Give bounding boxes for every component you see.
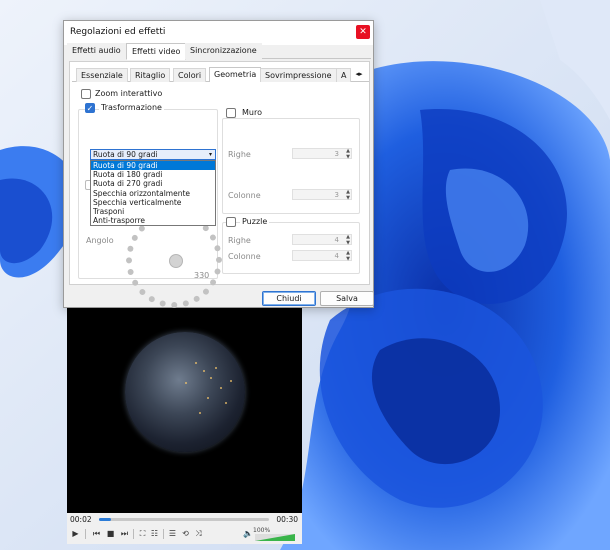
next-icon[interactable]: ⏭ (119, 528, 130, 539)
volume-percent: 100% (253, 527, 271, 534)
wall-rows-label: Righe (228, 150, 251, 159)
option-specchia-orizzontalmente[interactable]: Specchia orizzontalmente (91, 189, 215, 198)
wall-rows-value: 3 (334, 150, 339, 158)
zoom-label: Zoom interattivo (95, 89, 163, 98)
zoom-checkbox[interactable] (81, 89, 91, 99)
wall-cols-label: Colonne (228, 191, 261, 200)
speaker-icon[interactable]: 🔈 (243, 529, 253, 538)
subtab-colori[interactable]: Colori (173, 68, 207, 82)
transform-dropdown: Ruota di 90 gradi Ruota di 180 gradi Ruo… (90, 160, 216, 226)
volume-level (255, 534, 295, 541)
puzzle-checkbox[interactable] (226, 217, 236, 227)
transform-select-value: Ruota di 90 gradi (93, 150, 158, 159)
option-trasponi[interactable]: Trasponi (91, 207, 215, 216)
separator (163, 529, 164, 539)
effects-dialog: Regolazioni ed effetti ✕ Effetti audio E… (63, 20, 374, 308)
option-ruota-270[interactable]: Ruota di 270 gradi (91, 179, 215, 188)
video-player-window: 00:02 00:30 ▶ ⏮ ■ ⏭ ⛶ ☷ ☰ ⟲ ⤨ 🔈 100% (67, 306, 302, 544)
seek-bar[interactable] (99, 518, 269, 521)
wall-checkbox[interactable] (226, 108, 236, 118)
dialog-title: Regolazioni ed effetti (70, 27, 166, 37)
wall-rows-field[interactable]: 3 ▲ ▼ (292, 148, 352, 160)
sub-tabs: Essenziale Ritaglio Colori Geometria Sov… (72, 67, 369, 82)
option-specchia-verticalmente[interactable]: Specchia verticalmente (91, 198, 215, 207)
play-icon[interactable]: ▶ (70, 528, 81, 539)
transform-checkbox[interactable]: ✓ (85, 103, 95, 113)
tab-sincronizzazione[interactable]: Sincronizzazione (185, 43, 262, 59)
transform-select[interactable]: Ruota di 90 gradi ▾ (90, 149, 216, 160)
chevron-down-icon: ▾ (208, 151, 212, 158)
option-anti-trasporre[interactable]: Anti-trasporre (91, 216, 215, 225)
time-total: 00:30 (276, 515, 298, 524)
stop-icon[interactable]: ■ (105, 528, 116, 539)
subtab-geometria[interactable]: Geometria (209, 67, 262, 82)
video-area[interactable] (67, 306, 302, 513)
seek-row: 00:02 00:30 (67, 513, 302, 525)
subtab-essenziale[interactable]: Essenziale (76, 68, 128, 82)
separator (133, 529, 134, 539)
previous-icon[interactable]: ⏮ (91, 528, 102, 539)
tab-effetti-video[interactable]: Effetti video (126, 43, 187, 60)
transform-label: Trasformazione (99, 103, 164, 112)
close-icon[interactable]: ✕ (356, 25, 370, 39)
angle-label: Angolo (86, 236, 114, 245)
spinner-arrows-icon[interactable]: ▲ ▼ (346, 189, 350, 201)
puzzle-rows-value: 4 (334, 236, 339, 244)
option-ruota-90[interactable]: Ruota di 90 gradi (91, 161, 215, 171)
save-button[interactable]: Salva (320, 291, 374, 306)
spinner-arrows-icon[interactable]: ▲ ▼ (346, 234, 350, 246)
main-tabs: Effetti audio Effetti video Sincronizzaz… (67, 43, 371, 60)
tab-effetti-audio[interactable]: Effetti audio (67, 43, 126, 59)
puzzle-cols-value: 4 (334, 252, 339, 260)
option-ruota-180[interactable]: Ruota di 180 gradi (91, 170, 215, 179)
loop-icon[interactable]: ⟲ (180, 528, 191, 539)
angle-value: 330 (194, 271, 210, 280)
puzzle-group (222, 222, 360, 274)
earth-video-frame (125, 332, 245, 452)
video-effects-panel: Essenziale Ritaglio Colori Geometria Sov… (69, 61, 370, 308)
subtab-ritaglio[interactable]: Ritaglio (130, 68, 171, 82)
playlist-icon[interactable]: ☰ (167, 528, 178, 539)
spinner-arrows-icon[interactable]: ▲ ▼ (346, 148, 350, 160)
puzzle-cols-label: Colonne (228, 252, 261, 261)
puzzle-cols-field[interactable]: 4 ▲ ▼ (292, 250, 352, 262)
controls-row: ▶ ⏮ ■ ⏭ ⛶ ☷ ☰ ⟲ ⤨ 🔈 100% (67, 526, 302, 544)
puzzle-label: Puzzle (240, 217, 270, 226)
angle-dial-knob[interactable] (169, 254, 183, 268)
spinner-arrows-icon[interactable]: ▲ ▼ (346, 250, 350, 262)
close-button[interactable]: Chiudi (262, 291, 316, 306)
subtab-scroll-arrows-icon[interactable]: ◂▸ (352, 69, 366, 80)
wall-cols-field[interactable]: 3 ▲ ▼ (292, 189, 352, 201)
subtab-sovrimpressione[interactable]: Sovrimpressione (260, 68, 337, 82)
wall-label: Muro (240, 108, 264, 117)
wall-cols-value: 3 (334, 191, 339, 199)
title-bar: Regolazioni ed effetti ✕ (64, 21, 373, 45)
shuffle-icon[interactable]: ⤨ (193, 528, 204, 539)
extended-settings-icon[interactable]: ☷ (149, 528, 160, 539)
puzzle-rows-label: Righe (228, 236, 251, 245)
time-elapsed: 00:02 (70, 515, 92, 524)
seek-progress (99, 518, 111, 521)
fullscreen-icon[interactable]: ⛶ (137, 528, 148, 539)
separator (85, 529, 86, 539)
volume-slider[interactable] (255, 534, 295, 541)
puzzle-rows-field[interactable]: 4 ▲ ▼ (292, 234, 352, 246)
subtab-more[interactable]: A (336, 68, 352, 82)
